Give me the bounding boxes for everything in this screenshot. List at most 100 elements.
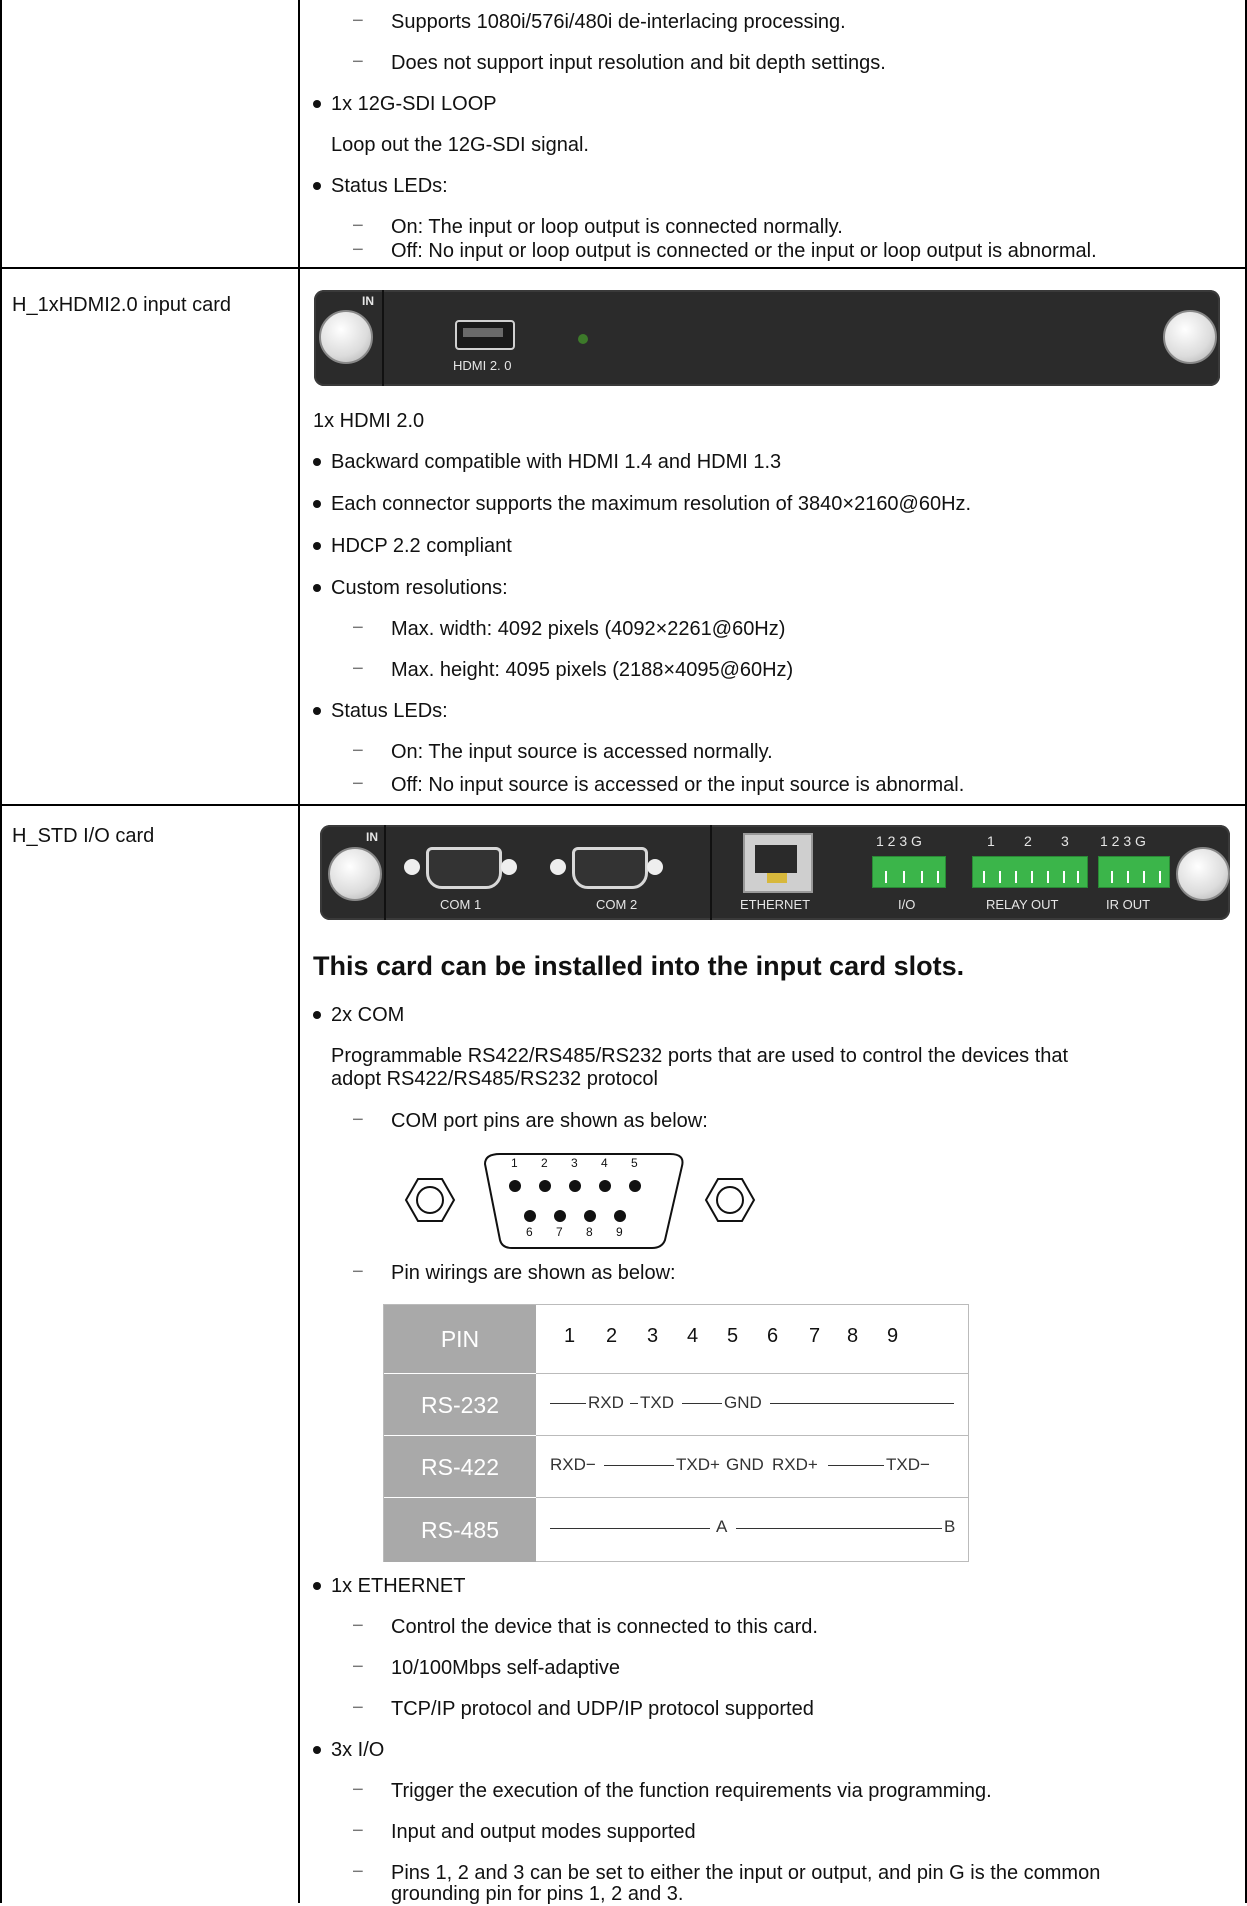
- hdmi-port-icon: [455, 320, 515, 350]
- eth-bullet: 1x ETHERNET: [331, 1575, 466, 1597]
- pin-number-7: 7: [809, 1325, 821, 1347]
- pin-number-1: 1: [564, 1325, 576, 1347]
- panel-in-label: IN: [362, 294, 374, 308]
- hdmi-port-label: HDMI 2. 0: [453, 358, 512, 373]
- rs422-gnd: GND: [726, 1455, 764, 1474]
- com-desc-line-1: Programmable RS422/RS485/RS232 ports tha…: [331, 1045, 1069, 1067]
- bullet-icon: [313, 542, 321, 550]
- hdmi-led-on: On: The input source is accessed normall…: [391, 741, 773, 763]
- com2-port-icon: [550, 847, 663, 889]
- dash-icon: −: [352, 215, 364, 237]
- pin-number-5: 5: [727, 1325, 739, 1347]
- pin-label-4: 4: [601, 1156, 608, 1170]
- pin-label-5: 5: [631, 1156, 638, 1170]
- pin-number-4: 4: [687, 1325, 699, 1347]
- sdi-led-on-text: On: The input or loop output is connecte…: [391, 216, 843, 238]
- pin-label-9: 9: [616, 1225, 623, 1239]
- sdi-loop-bullet: 1x 12G-SDI LOOP: [331, 93, 497, 115]
- eth-speed: 10/100Mbps self-adaptive: [391, 1657, 621, 1679]
- dash-icon: −: [352, 239, 364, 261]
- pin-table-row-divider: [536, 1373, 968, 1374]
- row-divider-1: [0, 267, 1247, 269]
- eth-protocol: TCP/IP protocol and UDP/IP protocol supp…: [391, 1698, 814, 1720]
- rs232-label: RS-232: [421, 1392, 499, 1418]
- io-pin-numbers: 1 2 3 G: [876, 833, 922, 849]
- bullet-icon: [313, 1011, 321, 1019]
- pin-table-rs232-cell: RS-232: [384, 1373, 536, 1436]
- rs232-line: [630, 1403, 638, 1404]
- ir-pin-numbers: 1 2 3 G: [1100, 833, 1146, 849]
- io-card-panel-image: IN COM 1 COM 2 ETHERNET 1 2 3 G I/O 1 2 …: [320, 825, 1230, 920]
- dash-icon: −: [352, 10, 364, 32]
- rs232-txd: TXD: [640, 1393, 674, 1412]
- rs422-label: RS-422: [421, 1454, 499, 1480]
- pin-number-3: 3: [647, 1325, 659, 1347]
- hdmi-backward-compat: Backward compatible with HDMI 1.4 and HD…: [331, 451, 782, 473]
- table-column-divider: [298, 0, 300, 1903]
- panel-screw-left-icon: [319, 310, 373, 364]
- rs232-line: [682, 1403, 722, 1404]
- hdmi-status-leds: Status LEDs:: [331, 700, 448, 722]
- panel-in-label: IN: [366, 830, 378, 844]
- com1-label: COM 1: [440, 897, 482, 912]
- io-terminal-icon: [872, 856, 946, 888]
- table-border-left: [0, 0, 2, 1903]
- hdmi-max-width: Max. width: 4092 pixels (4092×2261@60Hz): [391, 618, 786, 640]
- hdmi-title: 1x HDMI 2.0: [313, 410, 425, 432]
- pin-label-3: 3: [571, 1156, 578, 1170]
- pin-label-6: 6: [526, 1225, 533, 1239]
- ir-label: IR OUT: [1106, 897, 1151, 912]
- pin-wiring-table: PIN RS-232 RS-422 RS-485 1 2 3 4 5 6 7 8…: [383, 1304, 969, 1562]
- pin-number-8: 8: [847, 1325, 859, 1347]
- io-trigger: Trigger the execution of the function re…: [391, 1780, 992, 1802]
- pin-number-2: 2: [606, 1325, 618, 1347]
- pin-label-8: 8: [586, 1225, 593, 1239]
- panel-screw-right-icon: [1176, 847, 1230, 901]
- panel-screw-right-icon: [1163, 310, 1217, 364]
- bullet-icon: [313, 500, 321, 508]
- rs422-rxd-plus: RXD+: [772, 1455, 818, 1474]
- rs422-line: [604, 1465, 674, 1466]
- hdmi-max-resolution: Each connector supports the maximum reso…: [331, 493, 972, 515]
- rs485-line: [550, 1528, 710, 1529]
- relay-pin-1: 1: [987, 833, 995, 849]
- com-pins-caption: COM port pins are shown as below:: [391, 1110, 708, 1132]
- rs422-line: [828, 1465, 884, 1466]
- rs485-b: B: [944, 1517, 956, 1536]
- io-label: I/O: [898, 897, 916, 912]
- bullet-icon: [313, 458, 321, 466]
- pin-table-row-divider: [536, 1497, 968, 1498]
- pin-table-head-cell: PIN: [384, 1305, 536, 1373]
- rs485-line: [736, 1528, 942, 1529]
- dash-icon: −: [352, 773, 364, 795]
- pin-label-7: 7: [556, 1225, 563, 1239]
- hdmi-max-height: Max. height: 4095 pixels (2188×4095@60Hz…: [391, 659, 794, 681]
- rs232-gnd: GND: [724, 1393, 762, 1412]
- rs485-label: RS-485: [421, 1517, 499, 1543]
- panel-screw-left-icon: [328, 847, 382, 901]
- pin-number-6: 6: [767, 1325, 779, 1347]
- ethernet-label: ETHERNET: [740, 897, 811, 912]
- io-card-label: H_STD I/O card: [12, 825, 155, 847]
- relay-pin-2: 2: [1024, 833, 1032, 849]
- hdmi-card-panel-image: IN HDMI 2. 0: [314, 290, 1220, 386]
- io-heading: This card can be installed into the inpu…: [313, 951, 965, 981]
- panel-divider: [384, 825, 386, 920]
- pin-table-head: PIN: [440, 1326, 480, 1352]
- panel-divider: [710, 825, 712, 920]
- pin-label-1: 1: [511, 1156, 518, 1170]
- com-bullet: 2x COM: [331, 1004, 405, 1026]
- rs422-txd-plus: TXD+: [676, 1455, 720, 1474]
- com-desc-line-2: adopt RS422/RS485/RS232 protocol: [331, 1068, 658, 1090]
- pin-table-rs485-cell: RS-485: [384, 1497, 536, 1562]
- dash-icon: −: [352, 1261, 364, 1283]
- wiring-caption: Pin wirings are shown as below:: [391, 1262, 676, 1284]
- hdmi-custom-res: Custom resolutions:: [331, 577, 508, 599]
- db9-connector-diagram: [404, 1153, 756, 1249]
- hdmi-hdcp: HDCP 2.2 compliant: [331, 535, 512, 557]
- bullet-icon: [313, 584, 321, 592]
- dash-icon: −: [352, 617, 364, 639]
- pin-table-row-divider: [536, 1435, 968, 1436]
- bullet-icon: [313, 707, 321, 715]
- rs232-rxd: RXD: [588, 1393, 624, 1412]
